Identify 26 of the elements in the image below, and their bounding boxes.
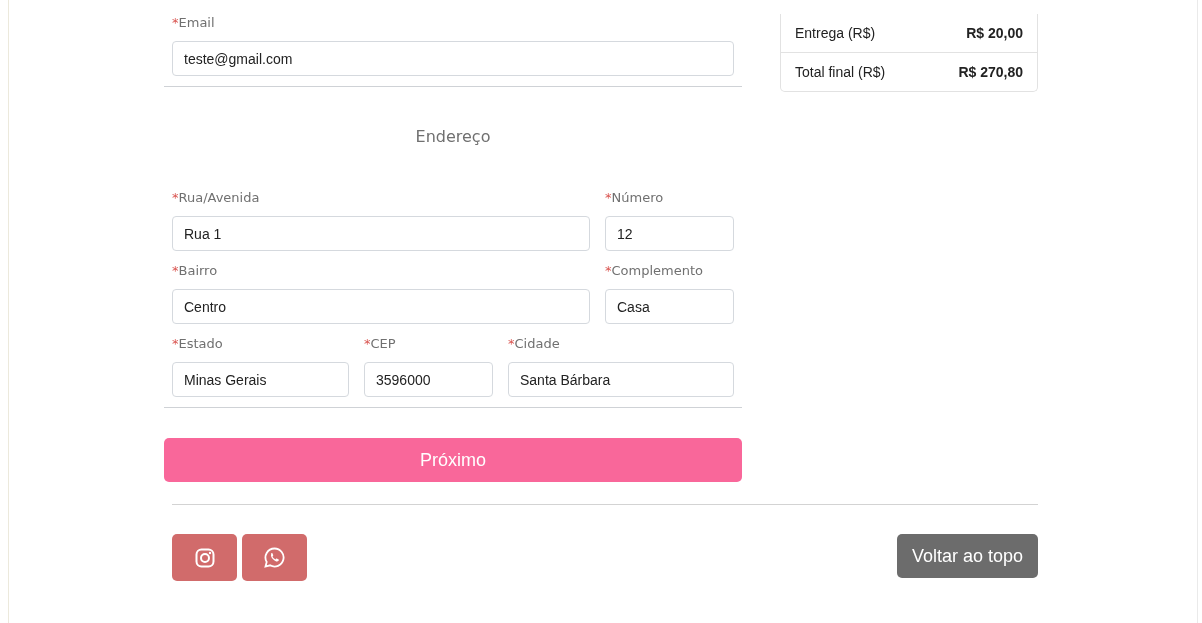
summary-label: Total final (R$) (795, 64, 886, 80)
input-field[interactable]: teste@gmail.com (172, 41, 734, 76)
field-label: *Rua/Avenida (172, 189, 261, 207)
input-field[interactable]: Centro (172, 289, 590, 324)
whatsapp-icon (264, 547, 285, 568)
input-field[interactable]: Casa (605, 289, 734, 324)
input-field[interactable]: 3596000 (364, 362, 493, 397)
field-label: *Número (605, 189, 665, 207)
whatsapp-button[interactable] (242, 534, 307, 581)
field-label: *CEP (364, 335, 397, 353)
field-label: *Estado (172, 335, 224, 353)
input-field[interactable]: Santa Bárbara (508, 362, 734, 397)
instagram-icon (194, 547, 215, 568)
field-label: *Email (172, 14, 216, 32)
field-label: *Complemento (605, 262, 704, 280)
field-label: *Cidade (508, 335, 561, 353)
summary-value: R$ 20,00 (966, 25, 1023, 41)
back-to-top-button[interactable]: Voltar ao topo (896, 534, 1038, 578)
input-field[interactable]: Minas Gerais (172, 362, 349, 397)
input-field[interactable]: 12 (605, 216, 734, 251)
section-title: Endereço (414, 126, 492, 148)
summary-value: R$ 270,80 (958, 64, 1023, 80)
instagram-button[interactable] (172, 534, 237, 581)
input-field[interactable]: Rua 1 (172, 216, 590, 251)
summary-label: Entrega (R$) (795, 25, 876, 41)
field-label: *Bairro (172, 262, 219, 280)
